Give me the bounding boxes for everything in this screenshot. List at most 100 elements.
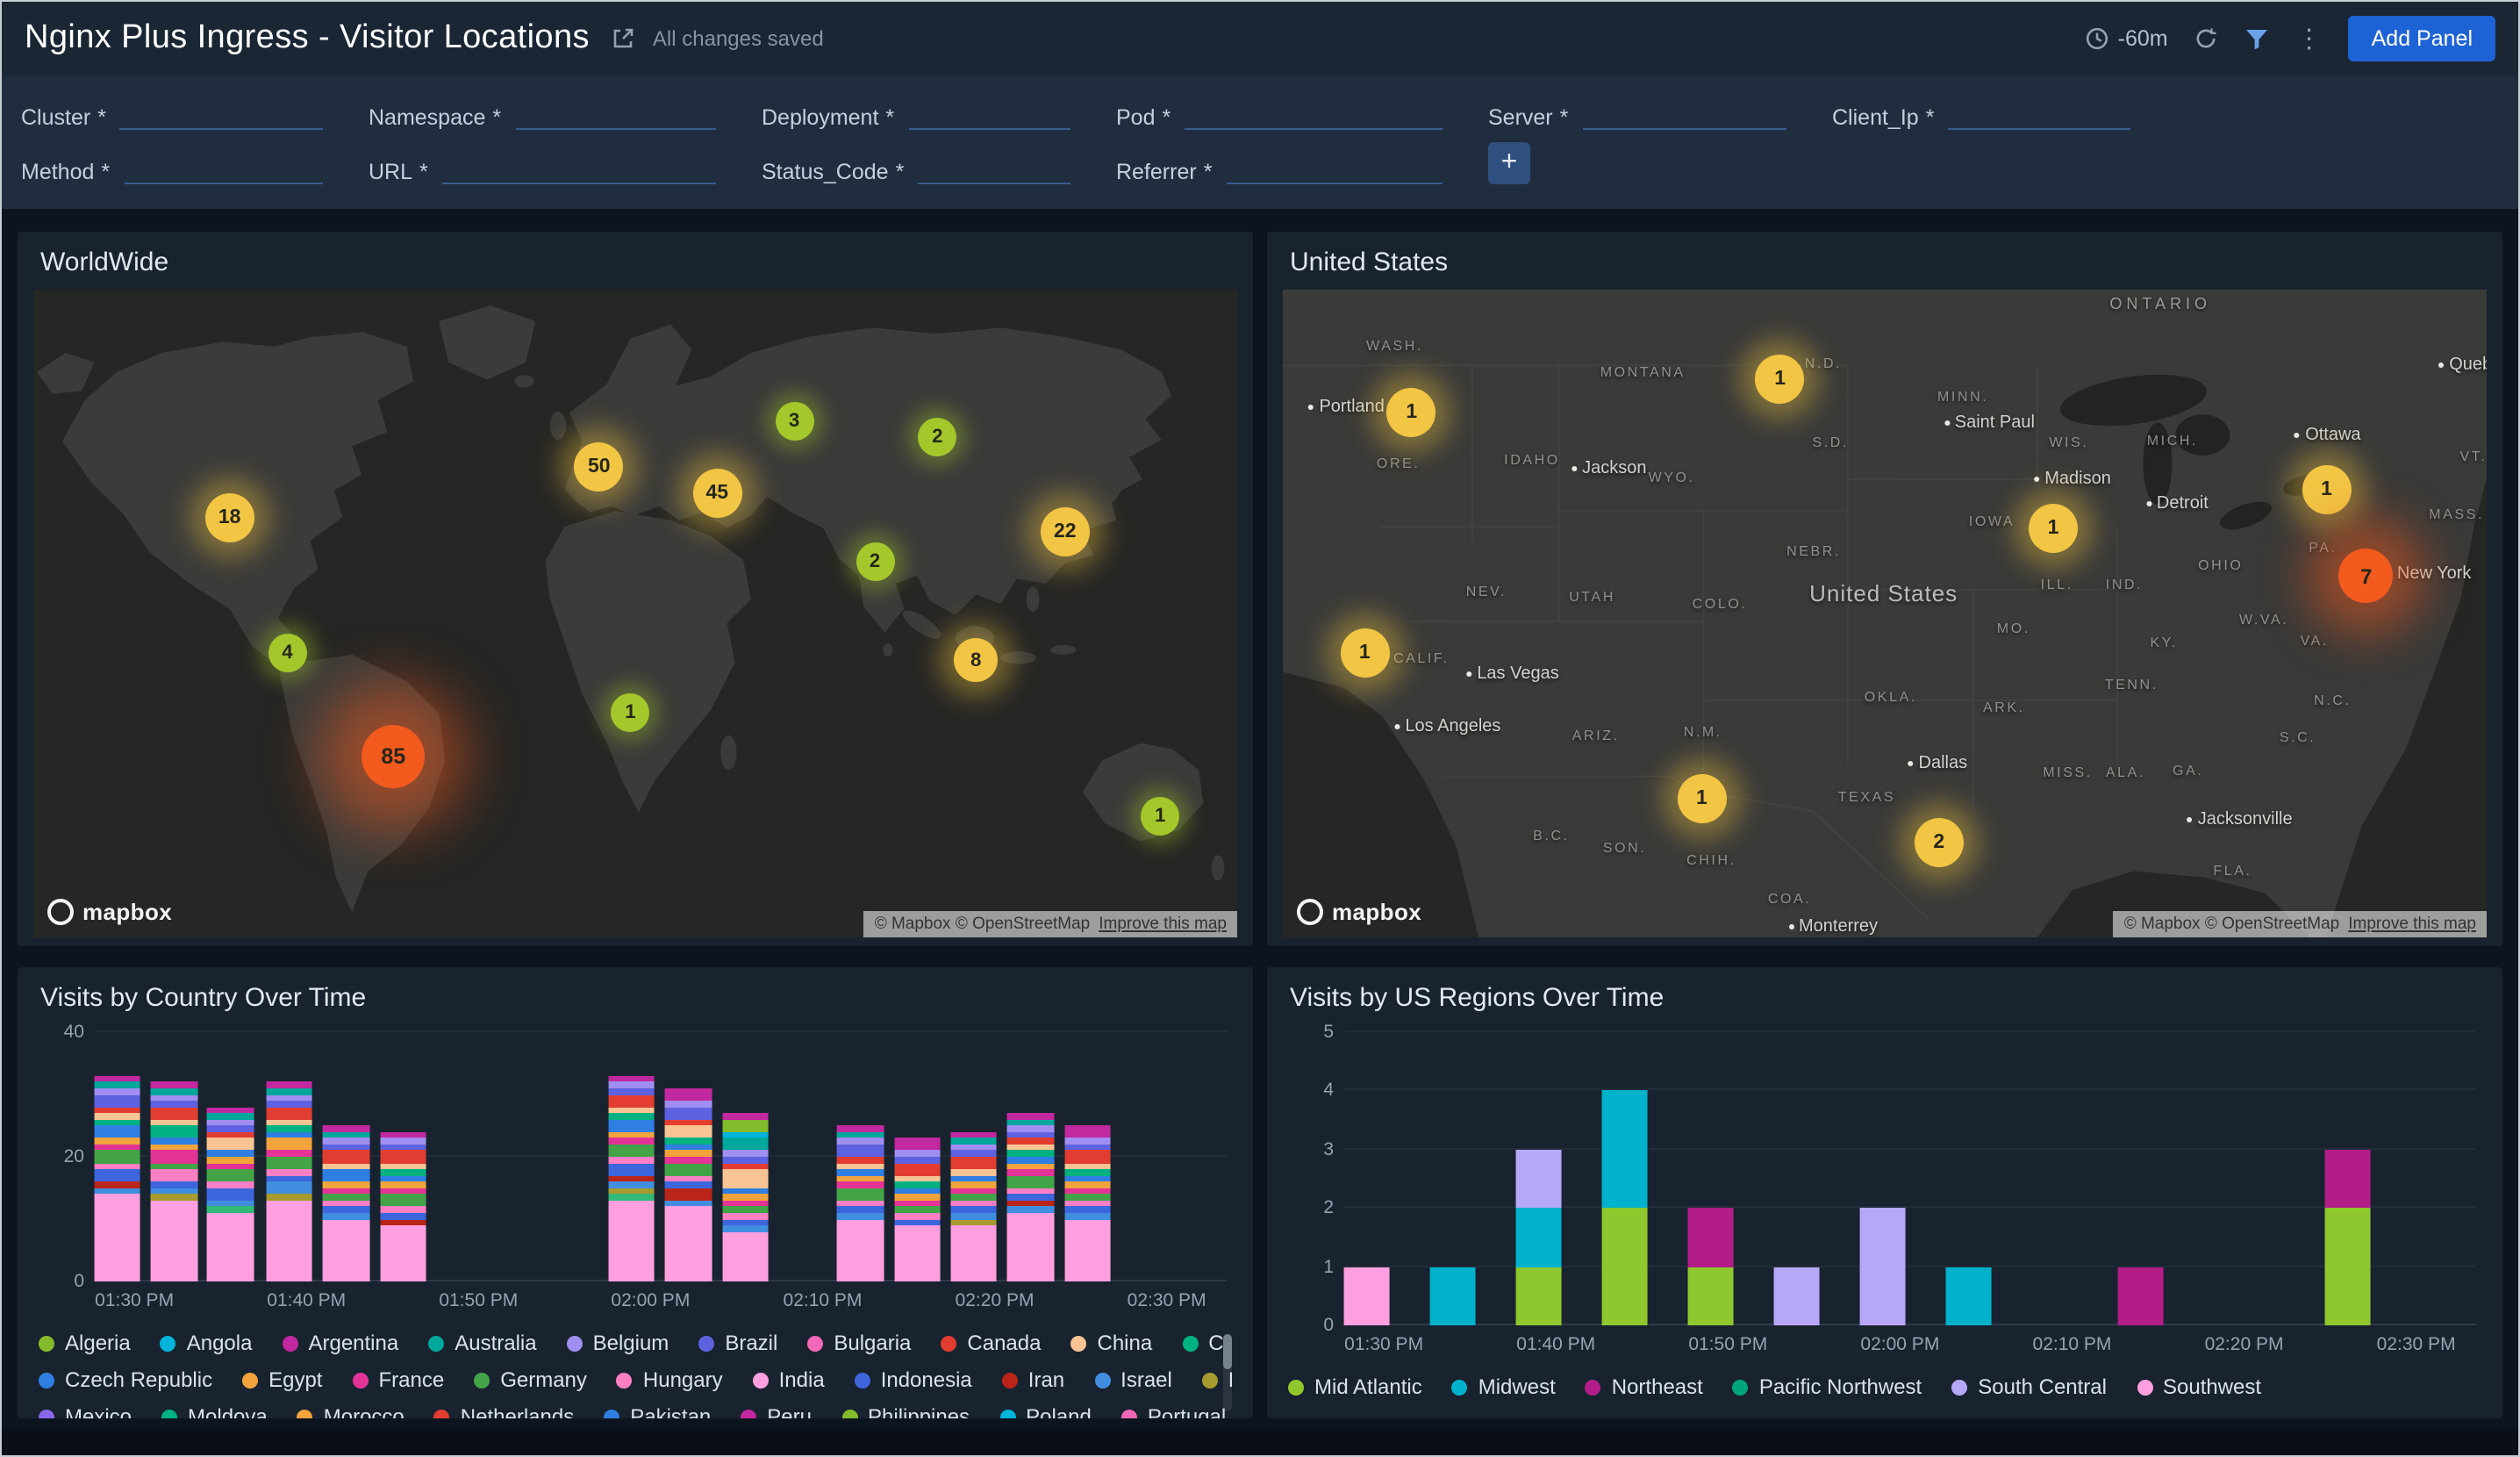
legend-item[interactable]: Canada — [941, 1331, 1041, 1355]
bar-segment — [722, 1113, 769, 1119]
map-cluster-marker[interactable]: 3 — [775, 402, 813, 441]
legend-item[interactable]: Northeast — [1586, 1374, 1703, 1399]
filter-input-pod[interactable] — [1185, 100, 1443, 130]
bar-segment — [722, 1219, 769, 1225]
map-cluster-marker[interactable]: 4 — [268, 635, 306, 673]
legend-label: Indonesia — [881, 1367, 972, 1392]
state-label: IOWA — [1969, 514, 2015, 530]
filter-input-url[interactable] — [442, 154, 716, 184]
improve-map-link[interactable]: Improve this map — [2348, 915, 2476, 934]
filter-input-namespace[interactable] — [515, 100, 716, 130]
map-cluster-marker[interactable]: 1 — [1756, 354, 1805, 403]
time-range-button[interactable]: -60m — [2085, 26, 2168, 51]
mapbox-logo-icon — [1297, 899, 1323, 925]
required-marker: * — [97, 105, 106, 130]
bar-segment — [894, 1225, 941, 1281]
legend-item[interactable]: France — [352, 1367, 444, 1392]
more-menu-icon[interactable]: ⋮ — [2296, 25, 2323, 52]
legend-item[interactable]: Angola — [161, 1331, 253, 1355]
filter-input-method[interactable] — [124, 154, 323, 184]
map-cluster-marker[interactable]: 1 — [2029, 504, 2078, 553]
legend-item[interactable]: Australia — [428, 1331, 536, 1355]
map-cluster-marker[interactable]: 1 — [1677, 773, 1726, 822]
legend-item[interactable]: Poland — [999, 1404, 1092, 1418]
legend-item[interactable]: Portugal — [1121, 1404, 1226, 1418]
legend-item[interactable]: Belgium — [567, 1331, 669, 1355]
map-cluster-marker[interactable]: 1 — [612, 693, 650, 732]
map-cluster-marker[interactable]: 18 — [205, 493, 254, 542]
bar-segment — [837, 1126, 884, 1132]
map-cluster-marker[interactable]: 1 — [1340, 629, 1389, 678]
legend-item[interactable]: India — [753, 1367, 825, 1392]
legend-item[interactable]: Czech Republic — [39, 1367, 212, 1392]
map-cluster-marker[interactable]: 8 — [954, 638, 998, 682]
filter-icon[interactable] — [2245, 26, 2270, 51]
bar-stack — [837, 1126, 884, 1282]
legend-dot — [1121, 1409, 1137, 1418]
required-marker: * — [419, 160, 428, 184]
map-cluster-marker[interactable]: 1 — [2302, 464, 2352, 513]
bar-segment — [151, 1181, 197, 1188]
map-cluster-marker[interactable]: 85 — [362, 725, 425, 788]
legend-label: Bulgaria — [834, 1331, 911, 1355]
legend-item[interactable]: Algeria — [39, 1331, 131, 1355]
legend-item[interactable]: Egypt — [242, 1367, 322, 1392]
mapbox-logo[interactable]: mapbox — [47, 899, 172, 925]
map-cluster-marker[interactable]: 1 — [1387, 389, 1436, 438]
country-chart-legend: Algeria Angola Argentina Australia Belgium Br… — [39, 1331, 1232, 1418]
share-icon[interactable] — [611, 26, 635, 51]
bar-segment — [1945, 1267, 1992, 1325]
map-cluster-marker[interactable]: 7 — [2339, 549, 2394, 604]
legend-item[interactable]: Hungary — [617, 1367, 723, 1392]
map-cluster-marker[interactable]: 2 — [1915, 818, 1964, 867]
map-cluster-marker[interactable]: 22 — [1041, 507, 1090, 556]
legend-item[interactable]: Netherlands — [434, 1404, 574, 1418]
legend-item[interactable]: Morocco — [297, 1404, 404, 1418]
world-map-canvas[interactable]: mapbox © Mapbox © OpenStreetMap Improve … — [33, 290, 1237, 937]
legend-item[interactable]: Brazil — [698, 1331, 777, 1355]
bar-segment — [722, 1201, 769, 1207]
add-panel-button[interactable]: Add Panel — [2349, 16, 2495, 61]
legend-item[interactable]: China — [1071, 1331, 1153, 1355]
bar-segment — [151, 1163, 197, 1169]
legend-item[interactable]: Germany — [474, 1367, 587, 1392]
add-filter-button[interactable]: + — [1488, 142, 1530, 184]
filter-input-client-ip[interactable] — [1948, 100, 2130, 130]
map-cluster-marker[interactable]: 2 — [856, 542, 894, 581]
legend-item[interactable]: Bulgaria — [807, 1331, 911, 1355]
filter-input-referrer[interactable] — [1226, 154, 1443, 184]
legend-scrollbar[interactable] — [1223, 1334, 1232, 1411]
legend-item[interactable]: Indonesia — [855, 1367, 972, 1392]
bar-segment — [894, 1157, 941, 1163]
legend-item[interactable]: South Central — [1951, 1374, 2107, 1399]
us-map-canvas[interactable]: mapbox © Mapbox © OpenStreetMap Improve … — [1283, 290, 2487, 937]
refresh-icon[interactable] — [2194, 26, 2219, 51]
legend-item[interactable]: Mexico — [39, 1404, 132, 1418]
legend-item[interactable]: Israel — [1094, 1367, 1172, 1392]
legend-item[interactable]: Philippines — [841, 1404, 970, 1418]
filter-input-cluster[interactable] — [120, 100, 323, 130]
legend-item[interactable]: Moldova — [161, 1404, 268, 1418]
legend-item[interactable]: Mid Atlantic — [1288, 1374, 1422, 1399]
legend-item[interactable]: Argentina — [282, 1331, 398, 1355]
legend-dot — [999, 1409, 1015, 1418]
filter-input-status-code[interactable] — [918, 154, 1070, 184]
filter-input-server[interactable] — [1582, 100, 1786, 130]
filter-label: Namespace — [369, 105, 485, 130]
legend-item[interactable]: Pacific Northwest — [1733, 1374, 1922, 1399]
legend-item[interactable]: Iran — [1002, 1367, 1064, 1392]
legend-item[interactable]: Peru — [741, 1404, 812, 1418]
bar-segment — [837, 1188, 884, 1201]
map-cluster-marker[interactable]: 1 — [1141, 796, 1179, 835]
map-cluster-marker[interactable]: 45 — [692, 469, 741, 518]
map-cluster-marker[interactable]: 2 — [918, 418, 956, 456]
filter-input-deployment[interactable] — [908, 100, 1070, 130]
mapbox-logo[interactable]: mapbox — [1297, 899, 1421, 925]
bar-segment — [837, 1201, 884, 1207]
legend-item[interactable]: Pakistan — [604, 1404, 711, 1418]
legend-item[interactable]: Midwest — [1452, 1374, 1556, 1399]
improve-map-link[interactable]: Improve this map — [1099, 915, 1227, 934]
bar-segment — [1515, 1267, 1562, 1325]
map-cluster-marker[interactable]: 50 — [575, 442, 624, 492]
legend-item[interactable]: Southwest — [2137, 1374, 2261, 1399]
